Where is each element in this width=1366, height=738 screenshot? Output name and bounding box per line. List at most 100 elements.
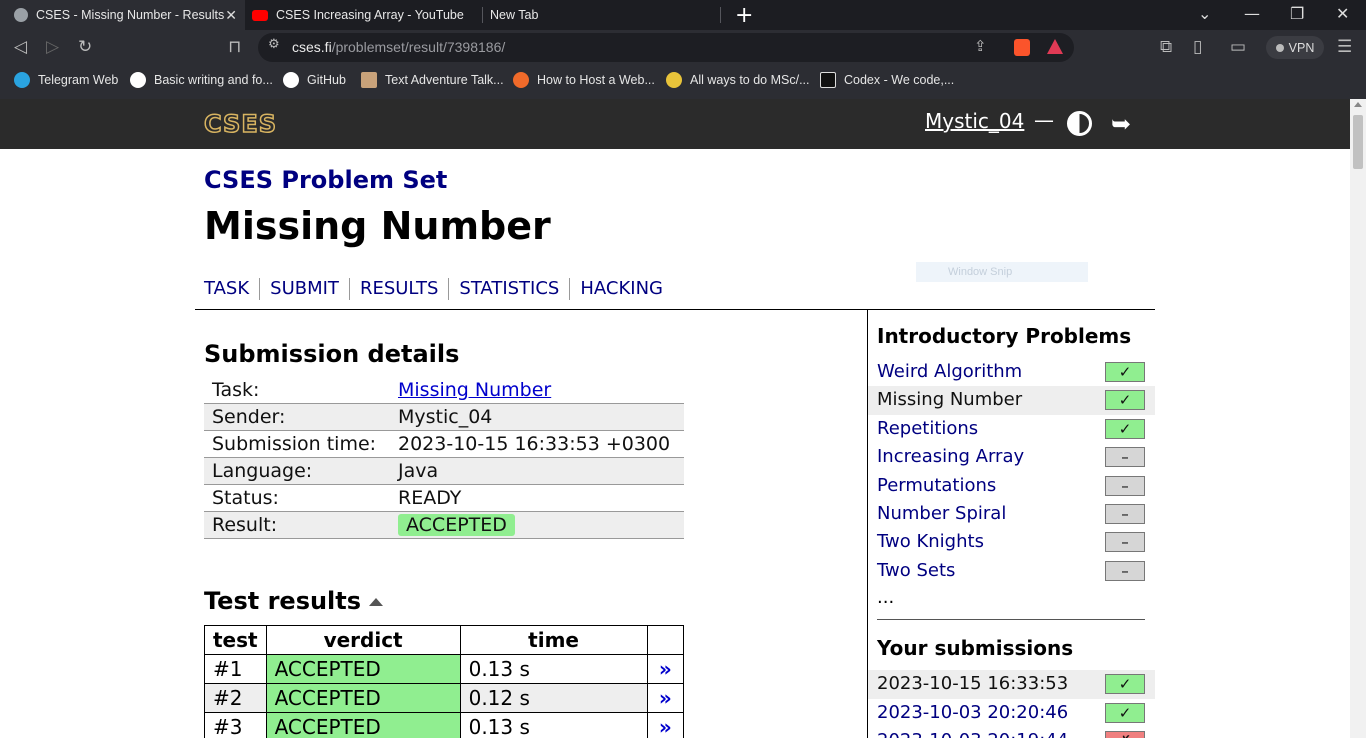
vpn-dot-icon <box>1275 43 1284 52</box>
problem-name[interactable]: Number Spiral <box>877 503 1006 524</box>
problem-name[interactable]: Repetitions <box>877 418 978 439</box>
problem-name[interactable]: Two Knights <box>877 531 984 552</box>
problem-nav: TASK SUBMIT RESULTS STATISTICS HACKING <box>204 278 673 300</box>
address-bar[interactable]: ⚙ cses.fi/problemset/result/7398186/ ⇪ <box>258 33 1074 62</box>
problem-item[interactable]: Number Spiral – <box>868 500 1155 528</box>
check-glyph: ✓ <box>1118 419 1132 438</box>
page-scrollbar[interactable] <box>1350 99 1366 738</box>
site-info-icon[interactable]: ⚙ <box>268 37 280 52</box>
brave-shield-icon[interactable] <box>1014 39 1030 56</box>
submission-item-current[interactable]: 2023-10-15 16:33:53 ✓ <box>868 670 1155 699</box>
bookmark-host-web[interactable]: How to Host a Web... <box>513 72 655 88</box>
submission-details-table: Task: Missing Number Sender: Mystic_04 S… <box>204 377 684 539</box>
avatar-icon <box>361 72 377 88</box>
bookmark-label: Telegram Web <box>38 73 119 87</box>
check-glyph: ✓ <box>1118 391 1132 410</box>
site-header: CSES Mystic_04 — ➥ <box>0 99 1350 149</box>
tab-cses-results[interactable]: CSES - Missing Number - Results ✕ <box>0 0 245 30</box>
column-header-verdict: verdict <box>265 625 461 655</box>
close-tab-icon[interactable]: ✕ <box>225 7 237 24</box>
scroll-up-icon[interactable] <box>1354 102 1362 107</box>
check-glyph: ✓ <box>1118 363 1132 381</box>
minimize-icon[interactable]: — <box>1244 4 1260 23</box>
tab-new-tab[interactable]: New Tab <box>490 0 538 30</box>
nav-results[interactable]: RESULTS <box>348 278 448 300</box>
bookmark-codex[interactable]: Codex - We code,... <box>820 72 954 88</box>
problem-item[interactable]: Repetitions ✓ <box>868 415 1155 443</box>
dash-glyph: – <box>1121 476 1129 495</box>
bookmark-basic-writing[interactable]: Basic writing and fo... <box>130 72 273 88</box>
problem-name[interactable]: Increasing Array <box>877 446 1024 467</box>
back-icon[interactable]: ◁ <box>14 37 27 57</box>
unsolved-dash-icon: – <box>1105 447 1145 468</box>
more-problems-link[interactable]: ... <box>877 587 894 608</box>
table-row: Task: Missing Number <box>204 377 684 404</box>
tab-divider <box>720 7 721 23</box>
wallet-icon[interactable]: ▭ <box>1230 37 1246 57</box>
share-icon[interactable]: ⇪ <box>974 37 987 55</box>
accepted-check-icon: ✓ <box>1105 674 1145 694</box>
forward-icon[interactable]: ▷ <box>46 37 59 57</box>
dash-glyph: – <box>1121 561 1129 580</box>
problem-name[interactable]: Two Sets <box>877 560 955 581</box>
extensions-icon[interactable]: ⧉ <box>1160 37 1172 57</box>
view-test-icon[interactable]: » <box>646 683 685 713</box>
detail-key: Submission time: <box>204 430 390 458</box>
youtube-icon <box>252 9 268 21</box>
globe-icon <box>14 8 28 22</box>
new-tab-plus-icon[interactable]: + <box>735 3 753 28</box>
brave-rewards-icon[interactable] <box>1047 39 1063 54</box>
problem-item[interactable]: Increasing Array – <box>868 443 1155 471</box>
tab-youtube[interactable]: CSES Increasing Array - YouTube <box>252 0 464 30</box>
problem-item[interactable]: Two Knights – <box>868 528 1155 556</box>
username-link[interactable]: Mystic_04 <box>925 109 1024 133</box>
bookmark-label: Text Adventure Talk... <box>385 73 504 87</box>
sidebar-icon[interactable]: ▯ <box>1193 37 1202 57</box>
view-test-icon[interactable]: » <box>646 654 685 684</box>
problem-item-current[interactable]: Missing Number ✓ <box>868 386 1155 415</box>
browser-toolbar: ◁ ▷ ↻ ⊓ ⚙ cses.fi/problemset/result/7398… <box>0 30 1366 65</box>
nav-hacking[interactable]: HACKING <box>569 278 673 300</box>
tab-strip: CSES - Missing Number - Results ✕ CSES I… <box>0 0 1366 30</box>
submission-time[interactable]: 2023-10-03 20:20:46 <box>877 702 1068 723</box>
task-link[interactable]: Missing Number <box>398 379 551 401</box>
problem-item[interactable]: Permutations – <box>868 472 1155 500</box>
close-window-icon[interactable]: ✕ <box>1336 4 1349 23</box>
view-test-icon[interactable]: » <box>646 712 685 738</box>
collapse-triangle-icon[interactable] <box>369 598 384 606</box>
problem-name[interactable]: Permutations <box>877 475 996 496</box>
bookmark-github[interactable]: GitHub <box>283 72 346 88</box>
problem-set-title[interactable]: CSES Problem Set <box>204 166 447 194</box>
bookmark-msc[interactable]: All ways to do MSc/... <box>666 72 809 88</box>
bookmark-icon[interactable]: ⊓ <box>228 37 241 57</box>
nav-submit[interactable]: SUBMIT <box>259 278 349 300</box>
bookmark-text-adventure[interactable]: Text Adventure Talk... <box>361 72 504 88</box>
submission-time[interactable]: 2023-10-03 20:19:44 <box>877 730 1068 738</box>
test-results-heading[interactable]: Test results <box>204 587 384 615</box>
restore-icon[interactable]: ❐ <box>1290 4 1304 23</box>
logout-icon[interactable]: ➥ <box>1111 110 1131 138</box>
problem-item[interactable]: Weird Algorithm ✓ <box>868 358 1155 386</box>
nav-statistics[interactable]: STATISTICS <box>448 278 569 300</box>
scroll-thumb[interactable] <box>1353 115 1363 169</box>
problem-name[interactable]: Missing Number <box>877 389 1022 410</box>
table-row: #2 ACCEPTED 0.12 s » <box>204 683 685 713</box>
menu-icon[interactable]: ☰ <box>1337 37 1352 57</box>
bookmark-telegram[interactable]: Telegram Web <box>14 72 118 88</box>
tab-search-chevron-icon[interactable]: ⌄ <box>1198 4 1211 23</box>
tab-title: CSES Increasing Array - YouTube <box>276 8 464 22</box>
vpn-button[interactable]: VPN <box>1266 36 1324 59</box>
url-text[interactable]: cses.fi/problemset/result/7398186/ <box>292 39 505 55</box>
nav-task[interactable]: TASK <box>204 278 259 300</box>
cses-logo[interactable]: CSES <box>203 109 277 139</box>
problem-name[interactable]: Weird Algorithm <box>877 361 1022 382</box>
submission-time[interactable]: 2023-10-15 16:33:53 <box>877 673 1068 694</box>
submission-item[interactable]: 2023-10-03 20:19:44 ✗ <box>868 727 1155 738</box>
sidebar-heading-introductory: Introductory Problems <box>877 324 1132 348</box>
submission-item[interactable]: 2023-10-03 20:20:46 ✓ <box>868 699 1155 728</box>
reload-icon[interactable]: ↻ <box>78 37 92 57</box>
problem-item[interactable]: Two Sets – <box>868 557 1155 585</box>
x-glyph: ✗ <box>1106 727 1144 738</box>
contrast-toggle-icon[interactable] <box>1067 111 1092 136</box>
test-number: #1 <box>204 654 267 684</box>
